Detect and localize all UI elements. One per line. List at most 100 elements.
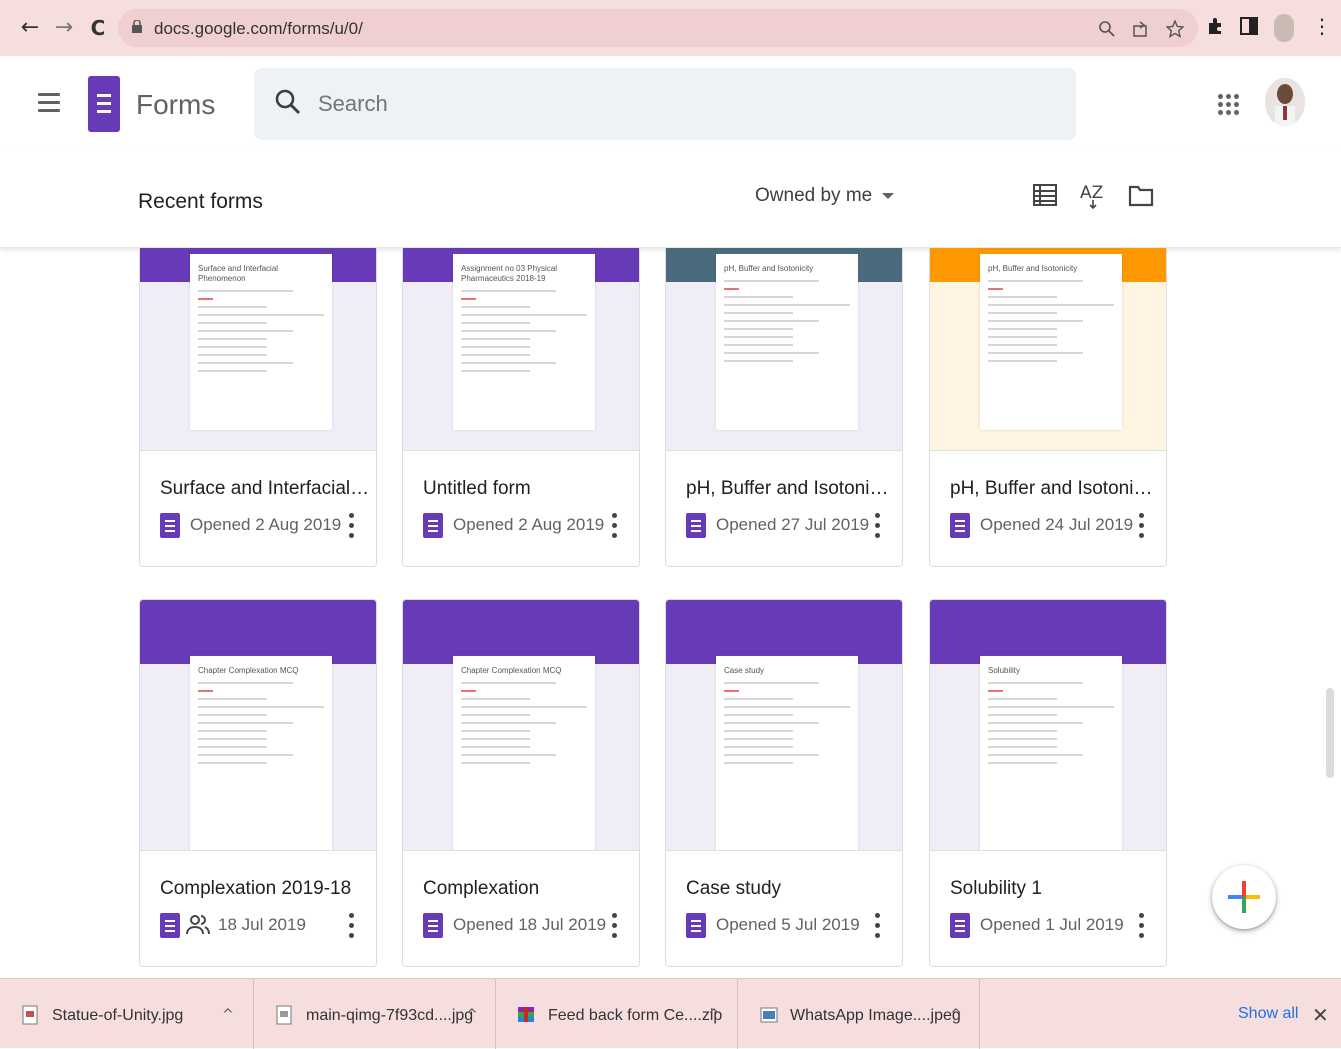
owner-filter-dropdown[interactable]: Owned by me <box>755 185 895 207</box>
form-title[interactable]: Complexation 2019-18 <box>160 878 370 900</box>
sort-az-icon[interactable]: AZ <box>1080 178 1106 210</box>
profile-avatar[interactable] <box>1274 14 1294 42</box>
form-title[interactable]: Surface and Interfacial Ph... <box>160 478 370 500</box>
form-card[interactable]: Chapter Complexation MCQ Complexation Open… <box>402 599 640 967</box>
form-title[interactable]: pH, Buffer and Isotonicity... <box>686 478 896 500</box>
form-card[interactable]: Surface and Interfacial Phenomenon Surfac… <box>139 248 377 567</box>
thumbnail-line <box>461 298 477 300</box>
download-filename: Statue-of-Unity.jpg <box>52 1007 184 1024</box>
extensions-puzzle-icon[interactable] <box>1206 16 1226 36</box>
forms-file-icon <box>950 913 970 938</box>
thumbnail-line <box>988 280 1083 282</box>
thumbnail-line <box>461 354 531 356</box>
downloads-bar: Statue-of-Unity.jpg ^ main-qimg-7f93cd..… <box>0 978 1341 1049</box>
chevron-up-icon[interactable]: ^ <box>950 1007 962 1023</box>
download-item[interactable]: main-qimg-7f93cd....jpg ^ <box>254 979 496 1049</box>
search-input[interactable] <box>318 86 1018 122</box>
main-menu-icon[interactable] <box>38 93 60 117</box>
zoom-icon[interactable] <box>1098 20 1116 38</box>
owner-filter-label: Owned by me <box>755 185 873 206</box>
account-avatar[interactable] <box>1265 78 1305 126</box>
download-filename: Feed back form Ce....zip <box>548 1007 723 1024</box>
search-bar[interactable] <box>254 68 1076 140</box>
thumbnail-form-title: pH, Buffer and Isotonicity <box>988 264 1078 273</box>
shared-people-icon <box>186 914 210 936</box>
thumbnail-line <box>724 730 794 732</box>
address-bar[interactable]: docs.google.com/forms/u/0/ <box>118 9 1198 47</box>
download-item[interactable]: WhatsApp Image....jpeg ^ <box>738 979 980 1049</box>
thumbnail-line <box>724 698 794 700</box>
form-thumbnail[interactable]: Chapter Complexation MCQ <box>403 600 639 854</box>
form-card[interactable]: pH, Buffer and Isotonicity pH, Buffer and… <box>665 248 903 567</box>
reload-icon[interactable]: C <box>84 14 112 42</box>
chevron-up-icon[interactable]: ^ <box>222 1007 234 1023</box>
thumbnail-line <box>198 322 268 324</box>
forms-logo-icon[interactable] <box>88 76 120 132</box>
thumbnail-line <box>198 346 268 348</box>
thumbnail-line <box>988 296 1058 298</box>
more-options-icon[interactable] <box>606 911 622 939</box>
form-title[interactable]: Case study <box>686 878 896 900</box>
thumbnail-form-preview: pH, Buffer and Isotonicity <box>980 250 1122 430</box>
search-icon[interactable] <box>274 88 302 116</box>
form-thumbnail[interactable]: pH, Buffer and Isotonicity <box>930 248 1166 452</box>
folder-icon[interactable] <box>1128 182 1154 208</box>
form-thumbnail[interactable]: pH, Buffer and Isotonicity <box>666 248 902 452</box>
new-form-button[interactable] <box>1212 865 1276 929</box>
form-title[interactable]: Solubility 1 <box>950 878 1160 900</box>
google-apps-icon[interactable] <box>1218 94 1240 116</box>
back-arrow-icon[interactable]: ← <box>16 14 44 42</box>
form-last-opened: 18 Jul 2019 <box>218 915 306 934</box>
form-card[interactable]: Case study Case study Opened 5 Jul 2019 <box>665 599 903 967</box>
lock-icon <box>132 20 142 33</box>
form-thumbnail[interactable]: Assignment no 03 Physical Pharmaceutics … <box>403 248 639 452</box>
app-title[interactable]: Forms <box>136 89 215 121</box>
form-title[interactable]: Untitled form <box>423 478 633 500</box>
thumbnail-form-preview: Chapter Complexation MCQ <box>453 652 595 852</box>
more-options-icon[interactable] <box>869 511 885 539</box>
form-card-info: Case study Opened 5 Jul 2019 <box>666 850 902 966</box>
chevron-up-icon[interactable]: ^ <box>708 1007 720 1023</box>
thumbnail-line <box>198 338 268 340</box>
show-all-downloads-link[interactable]: Show all <box>1238 1005 1298 1023</box>
close-icon[interactable]: ✕ <box>1312 1003 1329 1027</box>
forward-arrow-icon[interactable]: → <box>50 14 78 42</box>
form-thumbnail[interactable]: Chapter Complexation MCQ <box>140 600 376 854</box>
thumbnail-line <box>988 698 1058 700</box>
download-filename: WhatsApp Image....jpeg <box>790 1007 961 1024</box>
section-title: Recent forms <box>138 190 263 213</box>
thumbnail-line <box>724 754 819 756</box>
form-title[interactable]: Complexation <box>423 878 633 900</box>
form-card[interactable]: pH, Buffer and Isotonicity pH, Buffer and… <box>929 248 1167 567</box>
share-icon[interactable] <box>1132 20 1150 38</box>
list-view-icon[interactable] <box>1032 182 1058 208</box>
scrollbar[interactable] <box>1326 688 1334 778</box>
more-options-icon[interactable] <box>343 911 359 939</box>
thumbnail-form-title: Chapter Complexation MCQ <box>461 666 562 675</box>
form-card-info: Solubility 1 Opened 1 Jul 2019 <box>930 850 1166 966</box>
forms-file-icon <box>686 913 706 938</box>
thumbnail-form-preview: Case study <box>716 652 858 852</box>
bookmark-star-icon[interactable] <box>1166 20 1184 38</box>
more-options-icon[interactable] <box>606 511 622 539</box>
chevron-up-icon[interactable]: ^ <box>466 1007 478 1023</box>
thumbnail-line <box>988 722 1083 724</box>
browser-menu-icon[interactable]: ⋮ <box>1312 14 1332 38</box>
more-options-icon[interactable] <box>1133 911 1149 939</box>
side-panel-icon[interactable] <box>1240 16 1258 36</box>
form-title[interactable]: pH, Buffer and Isotonicity <box>950 478 1160 500</box>
app-header: Forms <box>0 56 1341 152</box>
form-card[interactable]: Assignment no 03 Physical Pharmaceutics … <box>402 248 640 567</box>
download-item[interactable]: Statue-of-Unity.jpg ^ <box>0 979 254 1049</box>
more-options-icon[interactable] <box>1133 511 1149 539</box>
form-thumbnail[interactable]: Solubility <box>930 600 1166 854</box>
more-options-icon[interactable] <box>869 911 885 939</box>
form-card[interactable]: Chapter Complexation MCQ Complexation 201… <box>139 599 377 967</box>
thumbnail-line <box>724 706 850 708</box>
form-card[interactable]: Solubility Solubility 1 Opened 1 Jul 2019 <box>929 599 1167 967</box>
download-item[interactable]: Feed back form Ce....zip ^ <box>496 979 738 1049</box>
more-options-icon[interactable] <box>343 511 359 539</box>
thumbnail-line <box>461 706 587 708</box>
form-thumbnail[interactable]: Case study <box>666 600 902 854</box>
form-thumbnail[interactable]: Surface and Interfacial Phenomenon <box>140 248 376 452</box>
